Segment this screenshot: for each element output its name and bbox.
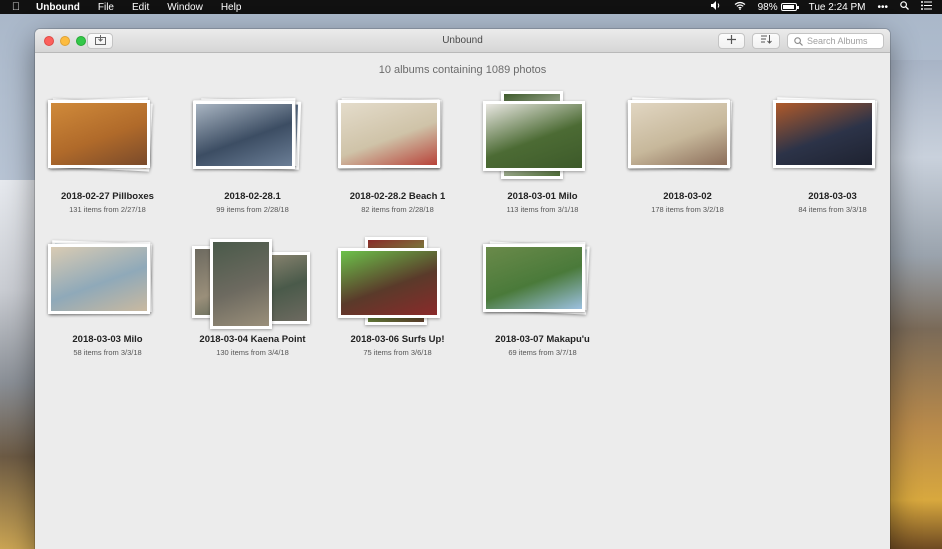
album-photo	[48, 100, 150, 168]
album-photo	[483, 244, 585, 312]
album-item[interactable]: 2018-03-04 Kaena Point 130 items from 3/4…	[180, 239, 325, 357]
album-title: 2018-03-03	[808, 191, 857, 202]
search-icon	[794, 36, 803, 46]
import-icon	[94, 34, 106, 48]
notification-center-icon[interactable]	[921, 1, 932, 13]
album-thumbnail-stack[interactable]	[470, 241, 615, 328]
album-meta: 113 items from 3/1/18	[506, 205, 579, 214]
album-thumbnail-stack[interactable]	[35, 240, 180, 328]
album-thumbnail-stack[interactable]	[615, 97, 760, 185]
album-title: 2018-02-28.1	[224, 191, 281, 202]
battery-percent: 98%	[757, 1, 778, 13]
album-title: 2018-03-07 Makapu'u	[495, 334, 590, 345]
album-item[interactable]: 2018-03-02 178 items from 3/2/18	[615, 97, 760, 214]
apple-logo-icon[interactable]: 	[0, 1, 32, 13]
zoom-window-button[interactable]	[76, 35, 86, 46]
album-meta: 82 items from 2/28/18	[361, 205, 434, 214]
album-item[interactable]: 2018-03-03 Milo 58 items from 3/3/18	[35, 240, 180, 357]
album-thumbnail-stack[interactable]	[325, 98, 470, 185]
album-item[interactable]: 2018-02-28.2 Beach 1 82 items from 2/28/1…	[325, 98, 470, 214]
sort-icon	[760, 35, 772, 47]
album-meta: 99 items from 2/28/18	[216, 205, 289, 214]
menu-app-name[interactable]: Unbound	[32, 2, 89, 13]
album-photo	[483, 101, 585, 171]
menu-clock[interactable]: Tue 2:24 PM	[809, 2, 866, 13]
album-title: 2018-02-27 Pillboxes	[61, 191, 154, 202]
album-item[interactable]: 2018-03-07 Makapu'u 69 items from 3/7/18	[470, 241, 615, 357]
album-photo	[773, 100, 875, 168]
window-controls	[44, 35, 86, 46]
album-thumbnail-stack[interactable]	[35, 97, 180, 185]
menu-bar:  Unbound File Edit Window Help 98% Tue …	[0, 0, 942, 14]
album-photo	[193, 101, 295, 169]
album-title: 2018-03-03 Milo	[72, 334, 143, 345]
add-album-button[interactable]	[718, 33, 745, 49]
unbound-window: Unbound 10 albums containing 1089 photos…	[35, 29, 890, 549]
more-icon[interactable]: •••	[877, 2, 888, 13]
album-title: 2018-02-28.2 Beach 1	[349, 191, 446, 202]
album-thumbnail-stack[interactable]	[760, 97, 890, 185]
album-meta: 58 items from 3/3/18	[73, 348, 142, 357]
album-photo	[338, 100, 440, 168]
menu-edit[interactable]: Edit	[123, 2, 158, 13]
menu-help[interactable]: Help	[212, 2, 251, 13]
album-item[interactable]: 2018-02-27 Pillboxes 131 items from 2/27/…	[35, 97, 180, 214]
minimize-window-button[interactable]	[60, 35, 70, 46]
album-thumbnail-stack[interactable]	[470, 91, 615, 185]
wifi-icon[interactable]	[734, 1, 746, 13]
album-meta: 131 items from 2/27/18	[69, 205, 146, 214]
volume-icon[interactable]	[710, 1, 722, 13]
search-spotlight-icon[interactable]	[900, 1, 909, 13]
album-thumbnail-stack[interactable]	[325, 237, 470, 328]
import-button[interactable]	[87, 33, 113, 49]
desktop-wallpaper-right	[888, 60, 942, 549]
album-title: 2018-03-06 Surfs Up!	[350, 334, 445, 345]
album-title: 2018-03-02	[663, 191, 712, 202]
close-window-button[interactable]	[44, 35, 54, 46]
album-photo	[628, 100, 730, 168]
album-photo	[210, 239, 272, 329]
menu-file[interactable]: File	[89, 2, 123, 13]
album-meta: 69 items from 3/7/18	[508, 348, 577, 357]
album-photo	[48, 244, 150, 314]
title-bar[interactable]: Unbound	[35, 29, 890, 53]
sort-button[interactable]	[752, 33, 780, 49]
album-meta: 178 items from 3/2/18	[651, 205, 724, 214]
search-albums-input[interactable]	[807, 36, 879, 46]
album-item[interactable]: 2018-02-28.1 99 items from 2/28/18	[180, 98, 325, 214]
album-photo	[338, 248, 440, 318]
album-meta: 130 items from 3/4/18	[216, 348, 289, 357]
search-albums-field[interactable]	[787, 33, 884, 49]
album-item[interactable]: 2018-03-03 84 items from 3/3/18	[760, 97, 890, 214]
plus-icon	[727, 35, 736, 47]
album-thumbnail-stack[interactable]	[180, 98, 325, 185]
album-item[interactable]: 2018-03-01 Milo 113 items from 3/1/18	[470, 91, 615, 214]
album-meta: 75 items from 3/6/18	[363, 348, 432, 357]
album-meta: 84 items from 3/3/18	[798, 205, 867, 214]
menu-window[interactable]: Window	[158, 2, 212, 13]
desktop-wallpaper-left	[0, 180, 40, 549]
album-thumbnail-stack[interactable]	[180, 239, 325, 329]
albums-summary: 10 albums containing 1089 photos	[378, 64, 547, 76]
album-title: 2018-03-04 Kaena Point	[199, 334, 306, 345]
battery-icon	[780, 3, 799, 11]
battery-status[interactable]: 98%	[757, 1, 799, 13]
album-title: 2018-03-01 Milo	[507, 191, 578, 202]
album-item[interactable]: 2018-03-06 Surfs Up! 75 items from 3/6/18	[325, 237, 470, 357]
